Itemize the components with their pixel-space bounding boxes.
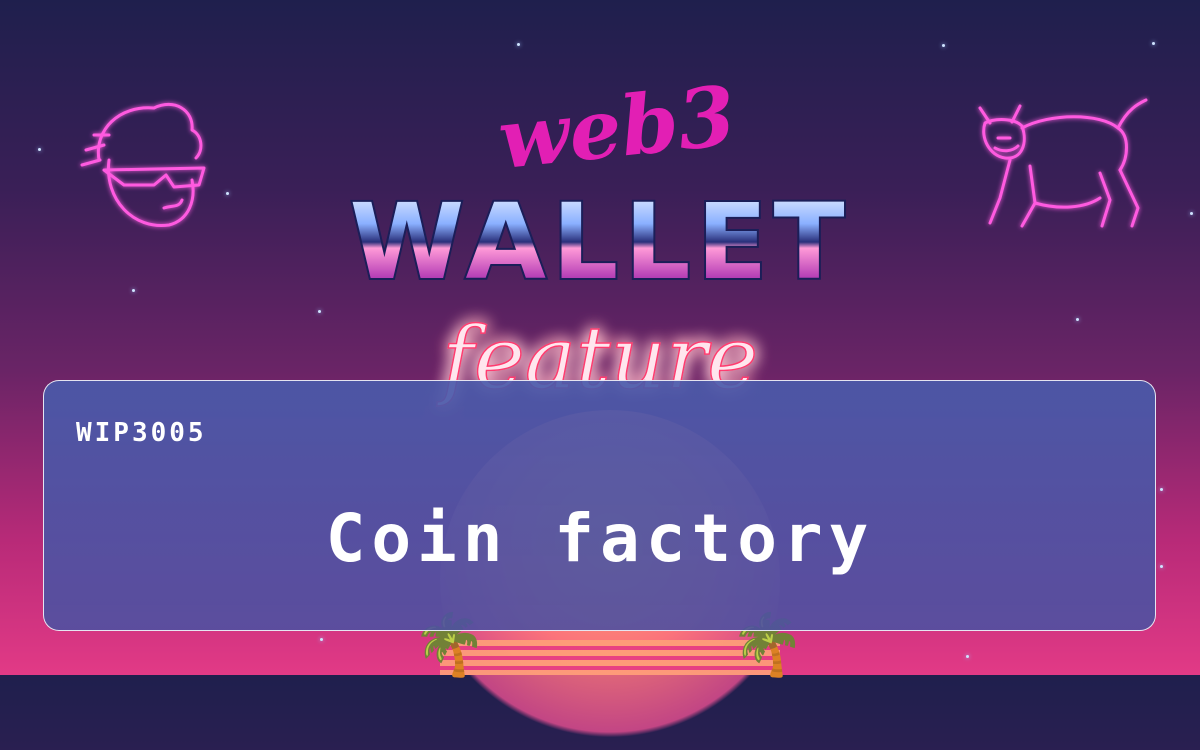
star <box>1160 488 1163 491</box>
star <box>1152 42 1155 45</box>
star <box>320 638 323 641</box>
star <box>318 310 321 313</box>
star <box>132 289 135 292</box>
star <box>942 44 945 47</box>
star <box>226 192 229 195</box>
neon-bull-icon <box>978 98 1148 228</box>
star <box>1190 212 1193 215</box>
title-wallet-text: WALLET <box>349 186 850 296</box>
title-web3-text: web3 <box>494 78 740 178</box>
star <box>517 43 520 46</box>
title-web3: web3 <box>494 78 740 178</box>
sunset-stripes <box>440 640 780 675</box>
feature-name: Coin factory <box>325 500 875 577</box>
neon-cool-face-icon <box>80 102 206 228</box>
star <box>38 148 41 151</box>
star <box>1076 318 1079 321</box>
feature-code: WIP3005 <box>76 418 207 448</box>
title-wallet: WALLET <box>347 186 850 296</box>
star <box>966 655 969 658</box>
